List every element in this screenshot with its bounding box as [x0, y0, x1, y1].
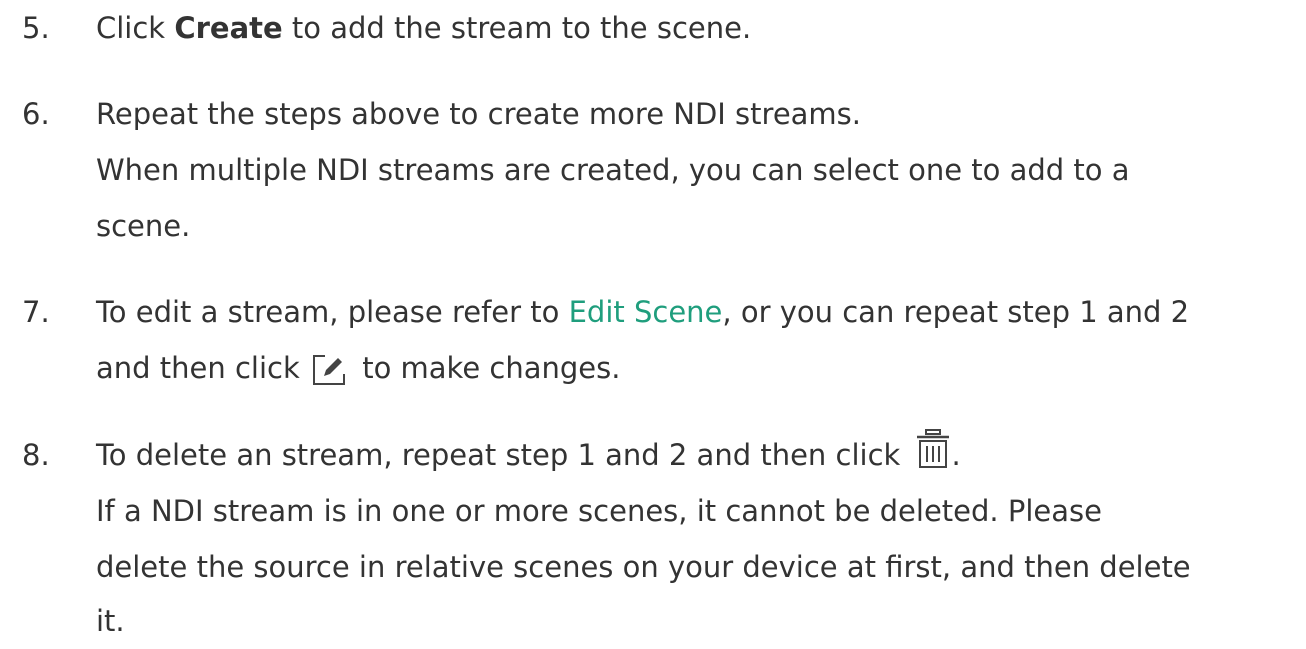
step-line: To edit a stream, please refer to Edit S…	[96, 286, 1189, 338]
step-number: 7.	[22, 295, 50, 329]
step-text: to make changes.	[352, 351, 621, 385]
instruction-document: 5. Click Create to add the stream to the…	[0, 0, 1306, 649]
step-line: it.	[96, 604, 125, 638]
edit-scene-link[interactable]: Edit Scene	[569, 295, 723, 329]
step-text: and then click	[96, 351, 309, 385]
step-line: If a NDI stream is in one or more scenes…	[96, 494, 1102, 528]
create-label: Create	[174, 11, 283, 45]
step-number: 8.	[22, 438, 50, 472]
step-text: to add the stream to the scene.	[282, 11, 752, 45]
step-line: When multiple NDI streams are created, y…	[96, 153, 1130, 187]
step-line: delete the source in relative scenes on …	[96, 550, 1191, 584]
step-line: To delete an stream, repeat step 1 and 2…	[96, 429, 961, 481]
step-number: 5.	[22, 11, 50, 45]
step-number: 6.	[22, 97, 50, 131]
edit-icon	[311, 354, 347, 386]
step-line: and then click to make changes.	[96, 342, 620, 394]
step-line: scene.	[96, 209, 191, 243]
step-text: To delete an stream, repeat step 1 and 2…	[96, 438, 910, 472]
step-text: Click	[96, 11, 175, 45]
trash-icon	[916, 429, 950, 469]
step-line: Click Create to add the stream to the sc…	[96, 2, 751, 54]
step-text: , or you can repeat step 1 and 2	[722, 295, 1190, 329]
step-text: To edit a stream, please refer to	[96, 295, 569, 329]
step-line: Repeat the steps above to create more ND…	[96, 97, 862, 131]
step-text: .	[951, 438, 961, 472]
